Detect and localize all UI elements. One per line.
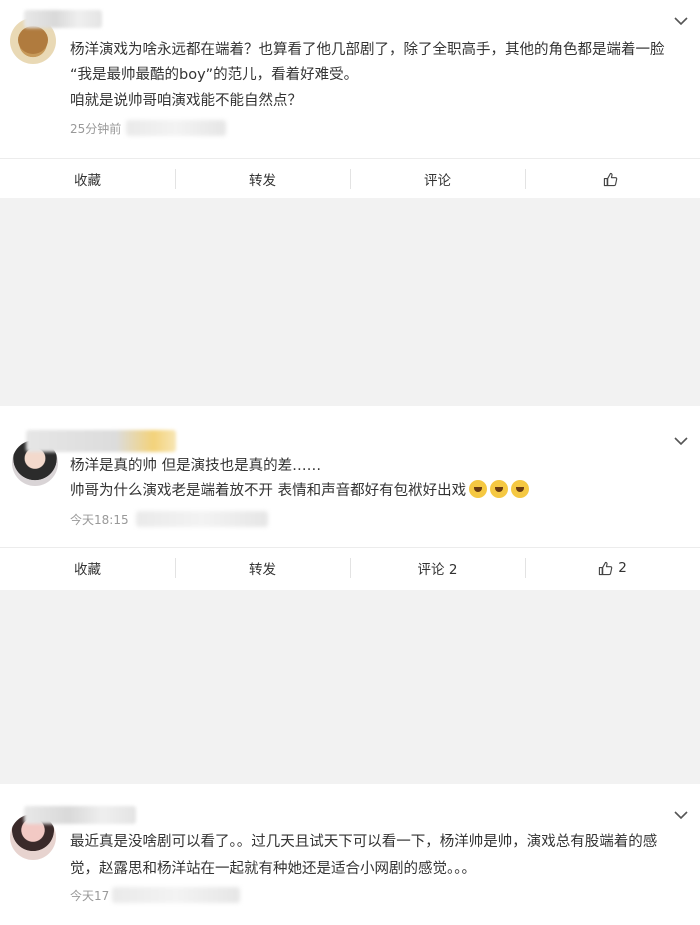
- comment-text-line-3: 咱就是说帅哥咱演戏能不能自然点？: [70, 93, 302, 109]
- comment-card-2: 杨洋是真的帅 但是演技也是真的差…… 帅哥为什么演戏老是端着放不开 表情和声音都…: [0, 406, 700, 590]
- comment-button[interactable]: 评论: [350, 159, 525, 199]
- like-count: 2: [618, 560, 627, 576]
- source-blurred: [112, 887, 240, 903]
- action-bar: 收藏 转发 评论 2 2: [0, 547, 700, 588]
- source-blurred: [126, 120, 226, 136]
- thumbs-up-icon: [599, 561, 613, 575]
- favorite-button[interactable]: 收藏: [0, 548, 175, 588]
- repost-label: 转发: [249, 173, 276, 189]
- comment-text-line-2: 帅哥为什么演戏老是端着放不开 表情和声音都好有包袱好出戏: [70, 479, 530, 504]
- chevron-down-icon[interactable]: [674, 16, 688, 26]
- comment-text-line-1: 杨洋演戏为啥永远都在端着？也算看了他几部剧了，除了全职高手，其他的角色都是端着一…: [70, 42, 665, 58]
- chevron-down-icon[interactable]: [674, 810, 688, 820]
- repost-label: 转发: [249, 562, 276, 578]
- favorite-label: 收藏: [74, 173, 101, 189]
- like-button[interactable]: [525, 159, 700, 199]
- crying-emoji-icon: [469, 480, 488, 498]
- crying-emoji-icon: [511, 480, 530, 498]
- favorite-label: 收藏: [74, 562, 101, 578]
- action-bar: 收藏 转发 评论: [0, 158, 700, 199]
- comment-text-content: 帅哥为什么演戏老是端着放不开 表情和声音都好有包袱好出戏: [70, 483, 467, 499]
- comment-text-line-2: 觉，赵露思和杨洋站在一起就有种她还是适合小网剧的感觉。。。: [70, 861, 476, 877]
- chevron-down-icon[interactable]: [674, 436, 688, 446]
- comment-timestamp: 25分钟前: [70, 122, 122, 136]
- like-button[interactable]: 2: [525, 548, 700, 588]
- comment-label: 评论 2: [417, 562, 458, 578]
- comment-label: 评论: [424, 173, 451, 189]
- repost-button[interactable]: 转发: [175, 548, 350, 588]
- username-blurred[interactable]: [26, 430, 176, 452]
- source-blurred: [136, 511, 268, 527]
- comment-timestamp: 今天18:15: [70, 513, 129, 527]
- username-blurred[interactable]: [24, 806, 136, 824]
- crying-emoji-icon: [490, 480, 509, 498]
- comment-text-line-1: 最近真是没啥剧可以看了。。过几天且试天下可以看一下，杨洋帅是帅，演戏总有股端着的…: [70, 834, 658, 850]
- comment-timestamp: 今天17: [70, 889, 110, 903]
- comment-button[interactable]: 评论 2: [350, 548, 525, 588]
- repost-button[interactable]: 转发: [175, 159, 350, 199]
- thumbs-up-icon: [603, 172, 617, 186]
- comment-text-line-1: 杨洋是真的帅 但是演技也是真的差……: [70, 458, 322, 474]
- favorite-button[interactable]: 收藏: [0, 159, 175, 199]
- comment-card-3: 最近真是没啥剧可以看了。。过几天且试天下可以看一下，杨洋帅是帅，演戏总有股端着的…: [0, 784, 700, 925]
- comment-card-1: 杨洋演戏为啥永远都在端着？也算看了他几部剧了，除了全职高手，其他的角色都是端着一…: [0, 0, 700, 198]
- username-blurred[interactable]: [24, 10, 102, 28]
- comment-text-line-2: “我是最帅最酷的boy”的范儿，看着好难受。: [70, 67, 359, 83]
